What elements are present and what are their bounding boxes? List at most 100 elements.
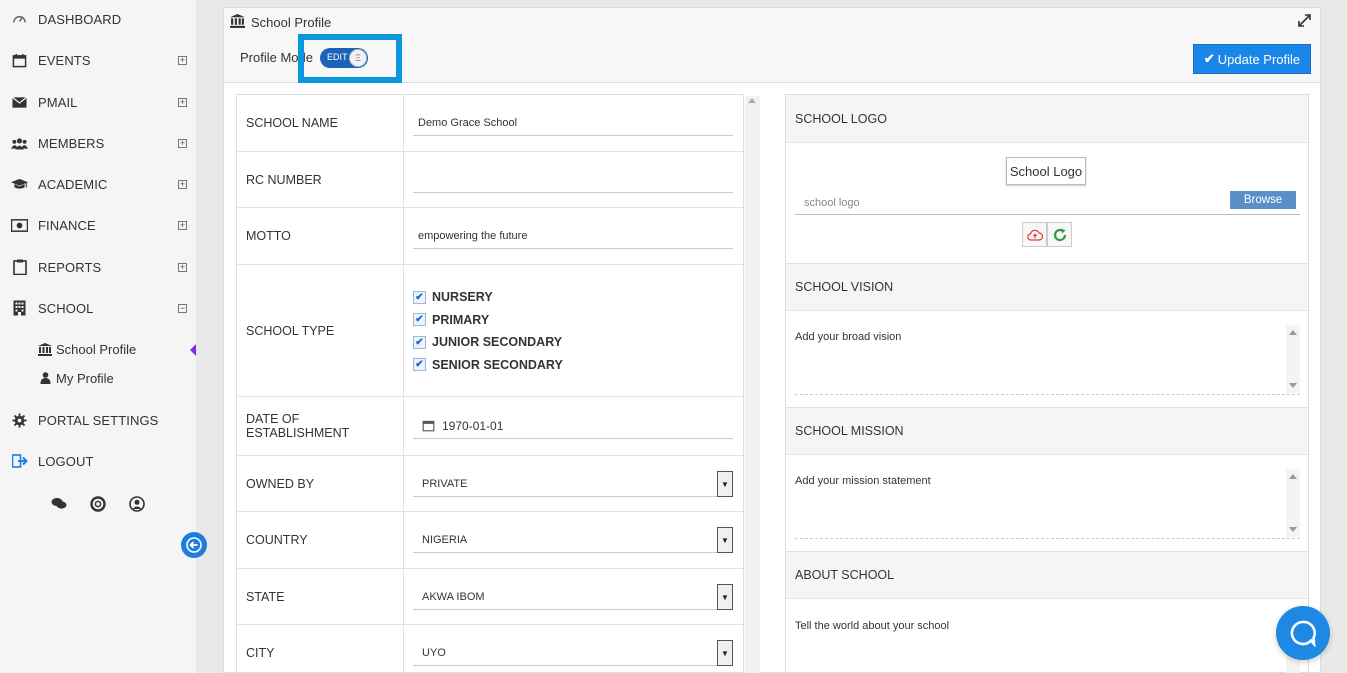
sidebar: DASHBOARD EVENTS + PMAIL + MEMBERS + ACA… <box>0 0 207 673</box>
scroll-up-icon[interactable] <box>1289 330 1297 335</box>
sidebar-footer <box>50 495 145 512</box>
user-icon <box>38 371 52 385</box>
school-logo-header: SCHOOL LOGO <box>786 95 1308 143</box>
expand-members-icon[interactable]: + <box>178 138 187 148</box>
row-school-name: SCHOOL NAME Demo Grace School <box>237 95 743 152</box>
chat-bubble-icon <box>1290 620 1317 647</box>
row-date-of-establishment: DATE OF ESTABLISHMENT 1970-01-01 <box>237 397 743 456</box>
dropdown-arrow-icon: ▼ <box>717 640 733 666</box>
logo-actions <box>1022 222 1072 247</box>
checkmark-icon: ✔ <box>413 335 426 349</box>
expand-finance-icon[interactable]: + <box>178 220 187 230</box>
clipboard-icon <box>11 259 28 276</box>
users-icon <box>11 135 28 152</box>
school-profile-panel: School Profile Profile Mode EDIT Ξ ✔ Upd… <box>223 7 1321 673</box>
logout-icon <box>11 453 28 470</box>
dropdown-arrow-icon: ▼ <box>717 527 733 553</box>
chat-icon[interactable] <box>50 495 67 512</box>
nav-events[interactable]: EVENTS + <box>0 45 196 75</box>
about-school-textarea[interactable]: Tell the world about your school <box>795 614 1300 673</box>
dropdown-arrow-icon: ▼ <box>717 471 733 497</box>
money-icon <box>11 217 28 234</box>
institution-icon <box>230 14 245 31</box>
live-chat-button[interactable] <box>1276 606 1330 660</box>
scroll-down-icon[interactable] <box>1289 527 1297 532</box>
expand-academic-icon[interactable]: + <box>178 179 187 189</box>
collapse-school-icon[interactable]: − <box>178 303 187 313</box>
expand-events-icon[interactable]: + <box>178 55 187 65</box>
city-select[interactable]: UYO ▼ <box>413 640 733 666</box>
nav-school[interactable]: SCHOOL − <box>0 293 196 323</box>
checkbox-junior-secondary[interactable]: ✔ JUNIOR SECONDARY <box>413 331 733 354</box>
checkmark-icon: ✔ <box>413 290 426 304</box>
country-select[interactable]: NIGERIA ▼ <box>413 527 733 553</box>
calendar-icon <box>422 419 435 432</box>
gear-icon <box>11 412 28 429</box>
motto-input[interactable]: empowering the future <box>413 223 733 249</box>
textarea-scrollbar[interactable] <box>1286 325 1300 393</box>
nav-academic[interactable]: ACADEMIC + <box>0 169 196 199</box>
nav-pmail[interactable]: PMAIL + <box>0 87 196 117</box>
expand-pmail-icon[interactable]: + <box>178 97 187 107</box>
nav-dashboard[interactable]: DASHBOARD <box>0 4 196 34</box>
nav-portal-settings[interactable]: PORTAL SETTINGS <box>0 405 196 435</box>
sub-item-my-profile[interactable]: My Profile <box>38 368 114 388</box>
profile-details-column: SCHOOL LOGO School Logo school logo Brow… <box>785 94 1309 673</box>
graduation-cap-icon <box>11 176 28 193</box>
browse-button[interactable]: Browse <box>1230 191 1296 209</box>
row-state: STATE AKWA IBOM ▼ <box>237 569 743 625</box>
checkbox-primary[interactable]: ✔ PRIMARY <box>413 309 733 332</box>
form-scrollbar[interactable] <box>745 96 760 673</box>
building-icon <box>11 300 28 317</box>
row-country: COUNTRY NIGERIA ▼ <box>237 512 743 569</box>
arrow-left-circle-icon <box>186 537 202 553</box>
nav-finance[interactable]: FINANCE + <box>0 210 196 240</box>
owned-by-select[interactable]: PRIVATE ▼ <box>413 471 733 497</box>
panel-header: School Profile Profile Mode EDIT Ξ ✔ Upd… <box>224 8 1320 83</box>
school-logo-input[interactable]: school logo <box>795 191 1300 215</box>
row-school-type: SCHOOL TYPE ✔ NURSERY ✔ PRIMARY ✔ JUNIOR SE… <box>237 265 743 397</box>
school-mission-header: SCHOOL MISSION <box>786 407 1308 455</box>
check-icon: ✔ <box>1203 51 1215 66</box>
rc-number-input[interactable] <box>413 167 733 193</box>
envelope-icon <box>11 94 28 111</box>
state-select[interactable]: AKWA IBOM ▼ <box>413 584 733 610</box>
row-motto: MOTTO empowering the future <box>237 208 743 265</box>
date-input[interactable]: 1970-01-01 <box>413 413 733 439</box>
scroll-down-icon[interactable] <box>1289 383 1297 388</box>
sub-item-school-profile[interactable]: School Profile <box>38 339 136 359</box>
school-vision-textarea[interactable]: Add your broad vision <box>795 325 1300 395</box>
scroll-up-icon[interactable] <box>748 98 756 103</box>
school-logo-image: School Logo <box>1006 157 1086 185</box>
school-vision-header: SCHOOL VISION <box>786 263 1308 311</box>
about-school-header: ABOUT SCHOOL <box>786 551 1308 599</box>
expand-reports-icon[interactable]: + <box>178 262 187 272</box>
row-city: CITY UYO ▼ <box>237 625 743 673</box>
row-owned-by: OWNED BY PRIVATE ▼ <box>237 456 743 512</box>
refresh-icon[interactable] <box>1047 222 1072 247</box>
panel-title: School Profile <box>230 14 331 31</box>
calendar-icon <box>11 52 28 69</box>
row-rc-number: RC NUMBER <box>237 152 743 208</box>
nav-logout[interactable]: LOGOUT <box>0 446 196 476</box>
dropdown-arrow-icon: ▼ <box>717 584 733 610</box>
nav-reports[interactable]: REPORTS + <box>0 252 196 282</box>
school-mission-textarea[interactable]: Add your mission statement <box>795 469 1300 539</box>
checkbox-nursery[interactable]: ✔ NURSERY <box>413 286 733 309</box>
account-icon[interactable] <box>128 495 145 512</box>
support-icon[interactable] <box>89 495 106 512</box>
textarea-scrollbar[interactable] <box>1286 469 1300 537</box>
nav-members[interactable]: MEMBERS + <box>0 128 196 158</box>
update-profile-button[interactable]: ✔ Update Profile <box>1193 44 1311 74</box>
checkbox-senior-secondary[interactable]: ✔ SENIOR SECONDARY <box>413 354 733 377</box>
highlight-box <box>298 34 402 83</box>
cloud-upload-icon[interactable] <box>1022 222 1047 247</box>
scroll-up-icon[interactable] <box>1289 474 1297 479</box>
institution-icon <box>38 342 52 356</box>
dashboard-icon <box>11 11 28 28</box>
checkmark-icon: ✔ <box>413 358 426 372</box>
school-name-input[interactable]: Demo Grace School <box>413 110 733 136</box>
fullscreen-icon[interactable] <box>1298 14 1312 28</box>
collapse-sidebar-button[interactable] <box>181 532 207 558</box>
checkmark-icon: ✔ <box>413 313 426 327</box>
